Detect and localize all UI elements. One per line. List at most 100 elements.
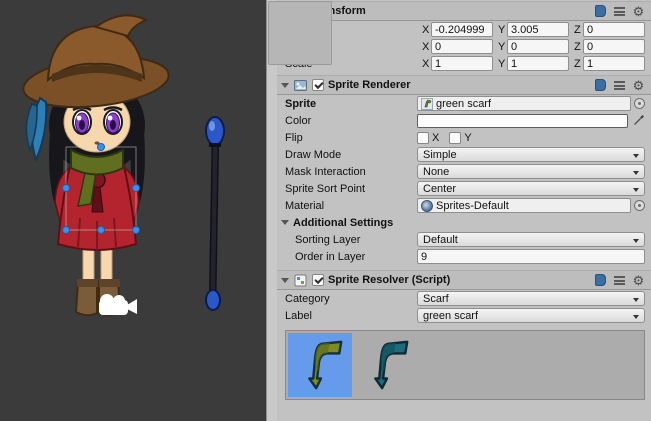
axis-z-label: Z <box>574 58 583 70</box>
axis-x-label: X <box>422 41 431 53</box>
preset-icon[interactable] <box>612 4 627 18</box>
help-icon[interactable] <box>593 78 608 92</box>
sprite-resolver-title: Sprite Resolver (Script) <box>328 274 450 286</box>
transform-header[interactable]: Transform ⚙ <box>277 1 651 21</box>
mask-interaction-dropdown[interactable]: None <box>417 164 645 179</box>
additional-settings-label: Additional Settings <box>293 217 393 229</box>
category-value: Scarf <box>423 293 449 305</box>
gear-icon[interactable]: ⚙ <box>631 78 646 92</box>
material-row: Material Sprites-Default <box>277 197 651 214</box>
position-row: Position X Y Z <box>277 21 651 38</box>
material-icon <box>421 200 433 212</box>
color-row: Color <box>277 112 651 129</box>
rotation-y-input[interactable] <box>507 39 569 54</box>
label-value: green scarf <box>423 310 478 322</box>
preset-icon[interactable] <box>612 273 627 287</box>
sprite-sort-point-value: Center <box>423 183 456 195</box>
sorting-layer-value: Default <box>423 234 458 246</box>
flip-row: Flip X Y <box>277 129 651 146</box>
foldout-icon[interactable] <box>281 83 289 88</box>
foldout-icon[interactable] <box>281 220 289 225</box>
sprite-object-picker[interactable] <box>634 98 645 109</box>
sorting-layer-dropdown[interactable]: Default <box>417 232 645 247</box>
inspector-panel: Transform ⚙ Position X Y Z Rotation X Y <box>277 0 651 421</box>
inspector-scrollbar[interactable] <box>266 0 277 421</box>
gear-icon[interactable]: ⚙ <box>631 4 646 18</box>
mask-interaction-value: None <box>423 166 449 178</box>
preset-icon[interactable] <box>612 78 627 92</box>
scrollbar-thumb[interactable] <box>268 1 332 65</box>
sprite-sort-point-dropdown[interactable]: Center <box>417 181 645 196</box>
variant-thumb-green-scarf[interactable] <box>288 333 352 397</box>
draw-mode-dropdown[interactable]: Simple <box>417 147 645 162</box>
draw-mode-row: Draw Mode Simple <box>277 146 651 163</box>
scale-z-input[interactable] <box>583 56 645 71</box>
rotation-z-input[interactable] <box>583 39 645 54</box>
scene-canvas <box>0 0 266 421</box>
sorting-layer-label: Sorting Layer <box>277 234 417 246</box>
sprite-renderer-title: Sprite Renderer <box>328 79 411 91</box>
axis-y-label: Y <box>498 24 507 36</box>
flip-label: Flip <box>277 132 417 144</box>
sprite-renderer-icon <box>293 78 308 92</box>
axis-y-label: Y <box>498 41 507 53</box>
category-dropdown[interactable]: Scarf <box>417 291 645 306</box>
position-x-input[interactable] <box>431 22 493 37</box>
material-label: Material <box>277 200 417 212</box>
mask-interaction-row: Mask Interaction None <box>277 163 651 180</box>
position-y-input[interactable] <box>507 22 569 37</box>
sprite-resolver-enabled-checkbox[interactable] <box>312 274 324 286</box>
eyedropper-icon[interactable] <box>632 114 645 128</box>
additional-settings-foldout[interactable]: Additional Settings <box>277 214 651 231</box>
sprite-renderer-header[interactable]: Sprite Renderer ⚙ <box>277 75 651 95</box>
position-z-input[interactable] <box>583 22 645 37</box>
color-swatch[interactable] <box>417 114 628 128</box>
sprite-object-field[interactable]: green scarf <box>417 96 631 111</box>
gear-icon[interactable]: ⚙ <box>631 273 646 287</box>
label-dropdown[interactable]: green scarf <box>417 308 645 323</box>
order-in-layer-input[interactable] <box>417 249 645 264</box>
character-sprite <box>21 15 171 315</box>
sorting-layer-row: Sorting Layer Default <box>277 231 651 248</box>
sprite-value: green scarf <box>436 98 491 110</box>
variant-thumb-teal-scarf[interactable] <box>354 333 418 397</box>
scene-view[interactable] <box>0 0 266 421</box>
axis-z-label: Z <box>574 24 583 36</box>
scale-y-input[interactable] <box>507 56 569 71</box>
rotation-x-input[interactable] <box>431 39 493 54</box>
flip-x-checkbox[interactable] <box>417 132 429 144</box>
sprite-sort-point-row: Sprite Sort Point Center <box>277 180 651 197</box>
material-value: Sprites-Default <box>436 200 509 212</box>
help-icon[interactable] <box>593 4 608 18</box>
staff-sprite <box>206 117 224 310</box>
material-object-picker[interactable] <box>634 200 645 211</box>
flip-y-checkbox[interactable] <box>449 132 461 144</box>
draw-mode-label: Draw Mode <box>277 149 417 161</box>
feather <box>26 98 46 160</box>
sprite-resolver-header[interactable]: Sprite Resolver (Script) ⚙ <box>277 270 651 290</box>
label-label: Label <box>277 310 417 322</box>
sprite-variant-selector <box>285 330 645 400</box>
sprite-label: Sprite <box>277 98 417 110</box>
category-label: Category <box>277 293 417 305</box>
axis-z-label: Z <box>574 41 583 53</box>
sprite-resolver-icon <box>293 273 308 287</box>
flip-y-label: Y <box>464 132 471 144</box>
axis-x-label: X <box>422 24 431 36</box>
mask-interaction-label: Mask Interaction <box>277 166 417 178</box>
foldout-icon[interactable] <box>281 278 289 283</box>
flip-x-label: X <box>432 132 439 144</box>
camera-gizmo-icon <box>99 294 137 315</box>
label-row: Label green scarf <box>277 307 651 324</box>
order-in-layer-row: Order in Layer <box>277 248 651 265</box>
sprite-renderer-enabled-checkbox[interactable] <box>312 79 324 91</box>
help-icon[interactable] <box>593 273 608 287</box>
scale-x-input[interactable] <box>431 56 493 71</box>
sprite-row: Sprite green scarf <box>277 95 651 112</box>
axis-y-label: Y <box>498 58 507 70</box>
material-object-field[interactable]: Sprites-Default <box>417 198 631 213</box>
scale-row: Scale X Y Z <box>277 55 651 72</box>
sprite-sort-point-label: Sprite Sort Point <box>277 183 417 195</box>
rotation-row: Rotation X Y Z <box>277 38 651 55</box>
sprite-mini-icon <box>421 98 433 110</box>
